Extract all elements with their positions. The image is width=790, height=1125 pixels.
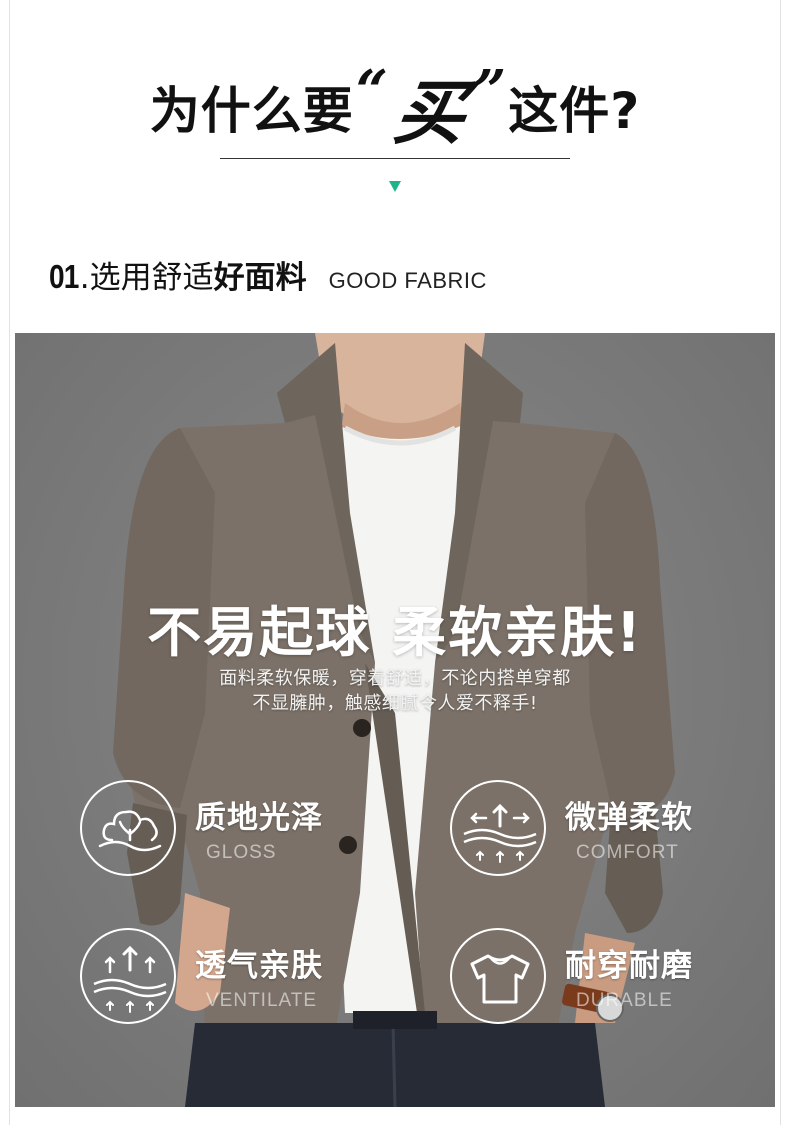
feature-label: 透气亲肤	[195, 948, 323, 984]
hero-headline: 不易起球 柔软亲肤!	[147, 601, 643, 664]
tshirt-icon	[450, 928, 546, 1024]
feature-durable: 耐穿耐磨 DURABLE	[450, 928, 750, 1028]
title-open-quote: “	[355, 58, 388, 124]
page-title: 为什么要 “ 买 ” 这件?	[0, 58, 790, 154]
section-title-en: GOOD FABRIC	[328, 268, 487, 293]
title-close-quote: ”	[473, 58, 507, 124]
product-photo: 不易起球 柔软亲肤! 面料柔软保暖，穿着舒适，不论内搭单穿都 不显臃肿，触感细腻…	[15, 333, 775, 1107]
feature-gloss: 质地光泽 GLOSS	[80, 780, 380, 880]
section-heading: 01 .选用舒适 好面料 GOOD FABRIC	[49, 252, 487, 296]
feature-label: 耐穿耐磨	[565, 948, 693, 984]
feature-en: VENTILATE	[206, 990, 318, 1011]
section-number: 01	[49, 258, 79, 295]
feature-label: 微弹柔软	[565, 800, 693, 836]
stretch-arrows-icon	[450, 780, 546, 876]
section-title-light: .选用舒适	[79, 260, 214, 296]
breathable-arrows-icon	[80, 928, 176, 1024]
title-prefix: 为什么要	[149, 82, 354, 140]
hero-description-line2: 不显臃肿，触感细腻令人爱不释手!	[252, 693, 538, 714]
feature-label: 质地光泽	[195, 800, 323, 836]
feature-en: COMFORT	[576, 842, 679, 863]
feature-comfort: 微弹柔软 COMFORT	[450, 780, 750, 880]
feature-en: GLOSS	[206, 842, 277, 863]
feature-en: DURABLE	[576, 990, 673, 1011]
section-title-bold: 好面料	[213, 260, 307, 296]
title-accent-word: 买	[389, 70, 472, 154]
down-arrow-icon	[389, 181, 401, 192]
cloud-sprout-icon	[80, 780, 176, 876]
title-suffix: 这件?	[508, 82, 641, 140]
title-divider	[220, 158, 570, 159]
feature-ventilate: 透气亲肤 VENTILATE	[80, 928, 380, 1028]
hero-description-line1: 面料柔软保暖，穿着舒适，不论内搭单穿都	[219, 668, 571, 689]
